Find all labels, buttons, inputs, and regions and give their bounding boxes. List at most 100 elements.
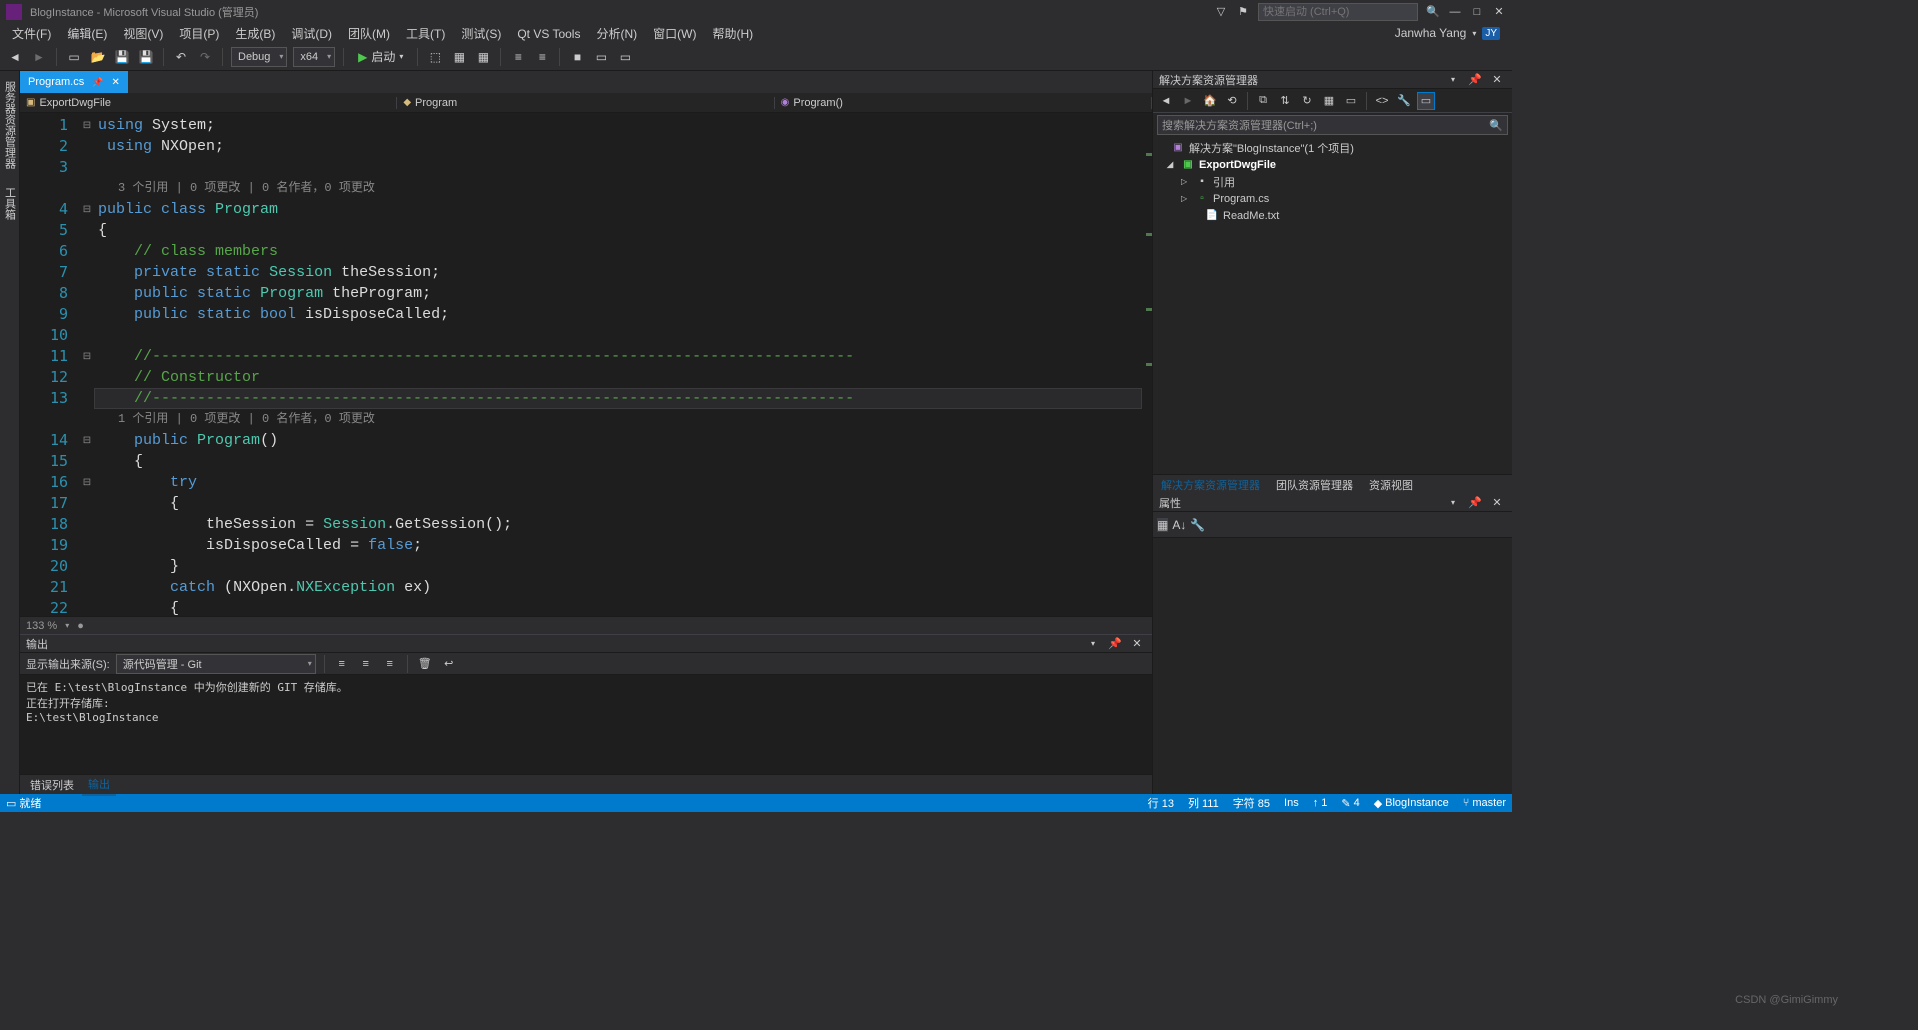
open-file-icon[interactable]: 📂 [89, 48, 107, 66]
tab-output[interactable]: 输出 [82, 774, 116, 796]
maximize-button[interactable]: □ [1470, 5, 1484, 19]
props-close-icon[interactable]: ✕ [1488, 494, 1506, 512]
caret-down-icon[interactable]: ◢ [1167, 160, 1177, 169]
sol-sync-icon[interactable]: ⟲ [1223, 92, 1241, 110]
platform-combo[interactable]: x64 [293, 47, 335, 67]
rtab-team[interactable]: 团队资源管理器 [1268, 475, 1361, 495]
props-alpha-icon[interactable]: A↓ [1172, 518, 1186, 532]
out-icon-3[interactable]: ≡ [381, 655, 399, 673]
start-debug-button[interactable]: ▶ 启动 ▾ [352, 47, 409, 67]
user-name[interactable]: Janwha Yang [1395, 26, 1467, 40]
close-button[interactable]: ✕ [1492, 5, 1506, 19]
config-combo[interactable]: Debug [231, 47, 287, 67]
props-menu-icon[interactable]: ▾ [1444, 494, 1462, 512]
code-line[interactable]: { [94, 598, 1142, 616]
solution-tree[interactable]: ▣解决方案"BlogInstance"(1 个项目) ◢▣ExportDwgFi… [1153, 137, 1512, 474]
caret-right-icon[interactable]: ▷ [1181, 194, 1191, 203]
sol-fwd-icon[interactable]: ► [1179, 92, 1197, 110]
menu-item[interactable]: 工具(T) [398, 25, 453, 43]
notifications-icon[interactable]: ▽ [1214, 5, 1228, 19]
menu-item[interactable]: Qt VS Tools [509, 25, 588, 43]
fold-toggle[interactable]: ⊟ [80, 199, 94, 220]
props-events-icon[interactable]: 🔧 [1190, 518, 1205, 532]
tb-icon-8[interactable]: ▭ [616, 48, 634, 66]
fold-toggle[interactable]: ⊟ [80, 115, 94, 136]
caret-right-icon[interactable]: ▷ [1181, 177, 1191, 186]
code-line[interactable]: using System; [94, 115, 1142, 136]
zoom-level[interactable]: 133 % [26, 620, 57, 632]
code-line[interactable]: public class Program [94, 199, 1142, 220]
code-line[interactable]: // class members [94, 241, 1142, 262]
tb-icon-4[interactable]: ≡ [509, 48, 527, 66]
menu-item[interactable]: 生成(B) [227, 25, 283, 43]
code-line[interactable]: { [94, 451, 1142, 472]
menu-item[interactable]: 项目(P) [171, 25, 227, 43]
zoom-dropdown-icon[interactable]: ▾ [65, 621, 69, 630]
fold-toggle[interactable]: ⊟ [80, 472, 94, 493]
dock-server-explorer[interactable]: 服务器资源管理器 [0, 75, 20, 175]
undo-icon[interactable]: ↶ [172, 48, 190, 66]
menu-item[interactable]: 团队(M) [340, 25, 398, 43]
tab-error-list[interactable]: 错误列表 [24, 775, 80, 795]
menu-item[interactable]: 分析(N) [588, 25, 645, 43]
solution-search-input[interactable]: 搜索解决方案资源管理器(Ctrl+;) 🔍 [1157, 115, 1508, 135]
code-line[interactable]: theSession = Session.GetSession(); [94, 514, 1142, 535]
solpanel-pin-icon[interactable]: 📌 [1466, 71, 1484, 89]
tree-solution-root[interactable]: ▣解决方案"BlogInstance"(1 个项目) [1153, 139, 1512, 156]
tb-icon-1[interactable]: ⬚ [426, 48, 444, 66]
rtab-resource[interactable]: 资源视图 [1361, 475, 1421, 495]
codelens[interactable]: 3 个引用 | 0 项更改 | 0 名作者，0 项更改 [94, 178, 1142, 199]
status-branch[interactable]: ⑂ master [1463, 797, 1506, 809]
menu-item[interactable]: 窗口(W) [645, 25, 704, 43]
tb-icon-3[interactable]: ▦ [474, 48, 492, 66]
code-line[interactable] [94, 157, 1142, 178]
no-issues-icon[interactable]: ● [77, 620, 84, 632]
code-line[interactable]: public Program() [94, 430, 1142, 451]
nav-forward-icon[interactable]: ► [30, 48, 48, 66]
code-line[interactable]: private static Session theSession; [94, 262, 1142, 283]
out-clear-icon[interactable]: 🗑 [416, 655, 434, 673]
menu-item[interactable]: 编辑(E) [59, 25, 115, 43]
code-line[interactable]: //--------------------------------------… [94, 388, 1142, 409]
code-line[interactable]: using NXOpen; [94, 136, 1142, 157]
dock-toolbox[interactable]: 工具箱 [0, 181, 20, 226]
tb-icon-7[interactable]: ▭ [592, 48, 610, 66]
code-line[interactable]: } [94, 556, 1142, 577]
sol-home-icon[interactable]: 🏠 [1201, 92, 1219, 110]
pin-icon[interactable]: 📌 [92, 77, 103, 88]
status-push[interactable]: ↑ 1 [1313, 797, 1328, 809]
tb-icon-2[interactable]: ▦ [450, 48, 468, 66]
minimize-button[interactable]: — [1448, 5, 1462, 19]
tab-close-icon[interactable]: ✕ [111, 77, 119, 88]
tb-icon-5[interactable]: ≡ [533, 48, 551, 66]
tab-program-cs[interactable]: Program.cs 📌 ✕ [20, 71, 128, 93]
panel-menu-icon[interactable]: ▾ [1084, 635, 1102, 653]
new-project-icon[interactable]: ▭ [65, 48, 83, 66]
panel-close-icon[interactable]: ✕ [1128, 635, 1146, 653]
out-icon-1[interactable]: ≡ [333, 655, 351, 673]
search-icon[interactable]: 🔍 [1426, 5, 1440, 19]
sol-preview-icon[interactable]: ▭ [1342, 92, 1360, 110]
solpanel-close-icon[interactable]: ✕ [1488, 71, 1506, 89]
code-line[interactable]: public static bool isDisposeCalled; [94, 304, 1142, 325]
scrollbar-markers[interactable] [1142, 113, 1152, 616]
tb-icon-6[interactable]: ■ [568, 48, 586, 66]
status-changes[interactable]: ✎ 4 [1341, 797, 1359, 810]
tree-references[interactable]: ▷▪引用 [1153, 173, 1512, 190]
menu-item[interactable]: 视图(V) [115, 25, 171, 43]
panel-pin-icon[interactable]: 📌 [1106, 635, 1124, 653]
code-line[interactable]: isDisposeCalled = false; [94, 535, 1142, 556]
code-line[interactable]: { [94, 493, 1142, 514]
output-source-combo[interactable]: 源代码管理 - Git [116, 654, 316, 674]
menu-item[interactable]: 文件(F) [4, 25, 59, 43]
code-line[interactable] [94, 325, 1142, 346]
sol-back-icon[interactable]: ◄ [1157, 92, 1175, 110]
output-text[interactable]: 已在 E:\test\BlogInstance 中为你创建新的 GIT 存储库。… [20, 675, 1152, 774]
quick-launch-input[interactable] [1258, 3, 1418, 21]
code-line[interactable]: catch (NXOpen.NXException ex) [94, 577, 1142, 598]
tree-readme[interactable]: 📄ReadMe.txt [1153, 207, 1512, 224]
out-icon-2[interactable]: ≡ [357, 655, 375, 673]
menu-item[interactable]: 测试(S) [453, 25, 509, 43]
nav-back-icon[interactable]: ◄ [6, 48, 24, 66]
user-dropdown-icon[interactable]: ▾ [1472, 29, 1476, 38]
